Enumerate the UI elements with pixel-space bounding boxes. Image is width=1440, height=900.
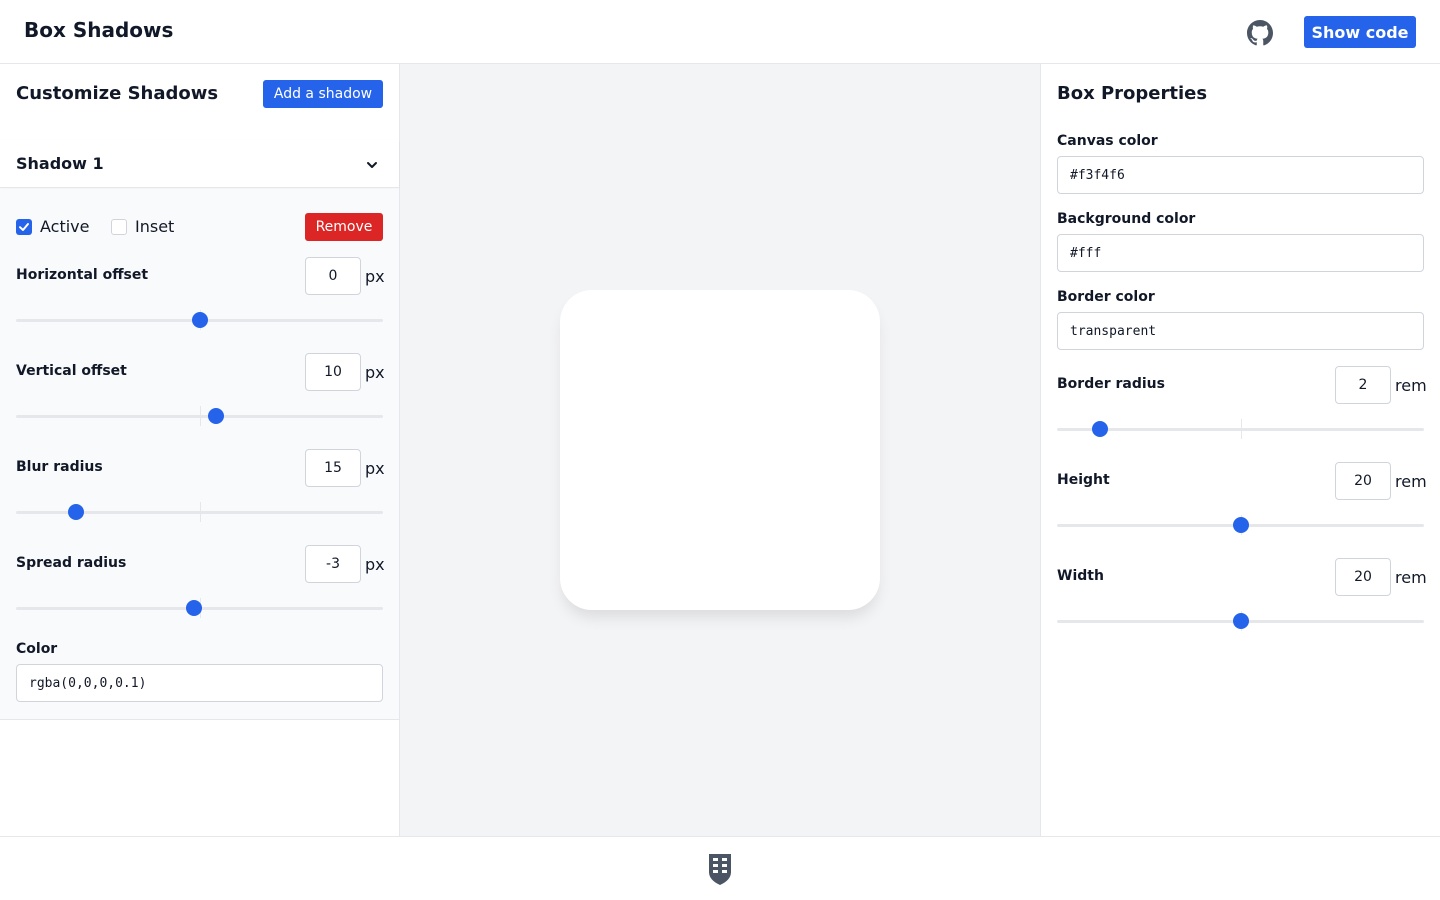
box-properties-panel: Box Properties Canvas color Background c… — [1040, 64, 1440, 836]
width-slider[interactable] — [1057, 611, 1424, 631]
preview-box — [560, 290, 880, 610]
width-input[interactable] — [1335, 558, 1391, 596]
height-unit: rem — [1395, 472, 1427, 491]
height-input[interactable] — [1335, 462, 1391, 500]
border-radius-label: Border radius — [1057, 376, 1165, 392]
canvas-color-input[interactable] — [1057, 156, 1424, 194]
horizontal-offset-input[interactable] — [305, 257, 361, 295]
preview-canvas — [400, 64, 1040, 836]
spread-radius-label: Spread radius — [16, 555, 127, 571]
active-label: Active — [40, 217, 90, 236]
shield-logo-icon[interactable] — [707, 852, 733, 886]
slider-thumb[interactable] — [191, 312, 208, 328]
canvas-color-label: Canvas color — [1057, 133, 1158, 149]
shadow-settings: Active Inset Remove Horizontal offset px… — [0, 189, 399, 720]
slider-thumb[interactable] — [1091, 421, 1108, 437]
border-radius-slider[interactable] — [1057, 419, 1424, 439]
spread-radius-input[interactable] — [305, 545, 361, 583]
border-color-label: Border color — [1057, 289, 1155, 305]
slider-zero-tick — [199, 406, 201, 426]
vertical-offset-slider[interactable] — [16, 406, 383, 426]
slider-mid-tick — [1240, 419, 1242, 439]
border-color-input[interactable] — [1057, 312, 1424, 350]
slider-thumb[interactable] — [68, 504, 85, 520]
app-title: Box Shadows — [24, 18, 174, 42]
shadow-color-label: Color — [16, 641, 58, 657]
shadow-name: Shadow 1 — [16, 154, 104, 173]
show-code-button[interactable]: Show code — [1304, 16, 1416, 48]
vertical-offset-label: Vertical offset — [16, 363, 127, 379]
horizontal-offset-unit: px — [365, 267, 385, 286]
background-color-label: Background color — [1057, 211, 1196, 227]
shadow-color-input[interactable] — [16, 664, 383, 702]
panel-title: Customize Shadows — [16, 83, 219, 104]
width-unit: rem — [1395, 568, 1427, 587]
active-checkbox[interactable] — [16, 219, 32, 235]
check-icon — [19, 223, 29, 231]
customize-shadows-panel: Customize Shadows Add a shadow Shadow 1 … — [0, 64, 400, 836]
footer — [0, 836, 1440, 900]
blur-radius-input[interactable] — [305, 449, 361, 487]
vertical-offset-input[interactable] — [305, 353, 361, 391]
width-label: Width — [1057, 568, 1104, 584]
horizontal-offset-label: Horizontal offset — [16, 267, 149, 283]
border-radius-unit: rem — [1395, 376, 1427, 395]
panel-title: Box Properties — [1057, 83, 1208, 104]
blur-radius-unit: px — [365, 459, 385, 478]
slider-zero-tick — [199, 502, 201, 522]
blur-radius-slider[interactable] — [16, 502, 383, 522]
slider-thumb[interactable] — [1232, 517, 1249, 533]
border-radius-input[interactable] — [1335, 366, 1391, 404]
add-shadow-button[interactable]: Add a shadow — [263, 80, 383, 108]
spread-radius-slider[interactable] — [16, 598, 383, 618]
vertical-offset-unit: px — [365, 363, 385, 382]
slider-thumb[interactable] — [208, 408, 225, 424]
shadow-accordion-header[interactable]: Shadow 1 — [0, 140, 399, 188]
slider-thumb[interactable] — [1232, 613, 1249, 629]
inset-label: Inset — [135, 217, 175, 236]
height-label: Height — [1057, 472, 1110, 488]
top-bar: Box Shadows Show code — [0, 0, 1440, 64]
spread-radius-unit: px — [365, 555, 385, 574]
horizontal-offset-slider[interactable] — [16, 310, 383, 330]
chevron-down-icon — [367, 162, 377, 168]
height-slider[interactable] — [1057, 515, 1424, 535]
background-color-input[interactable] — [1057, 234, 1424, 272]
inset-checkbox[interactable] — [111, 219, 127, 235]
github-icon[interactable] — [1247, 20, 1273, 46]
blur-radius-label: Blur radius — [16, 459, 103, 475]
remove-shadow-button[interactable]: Remove — [305, 213, 383, 241]
